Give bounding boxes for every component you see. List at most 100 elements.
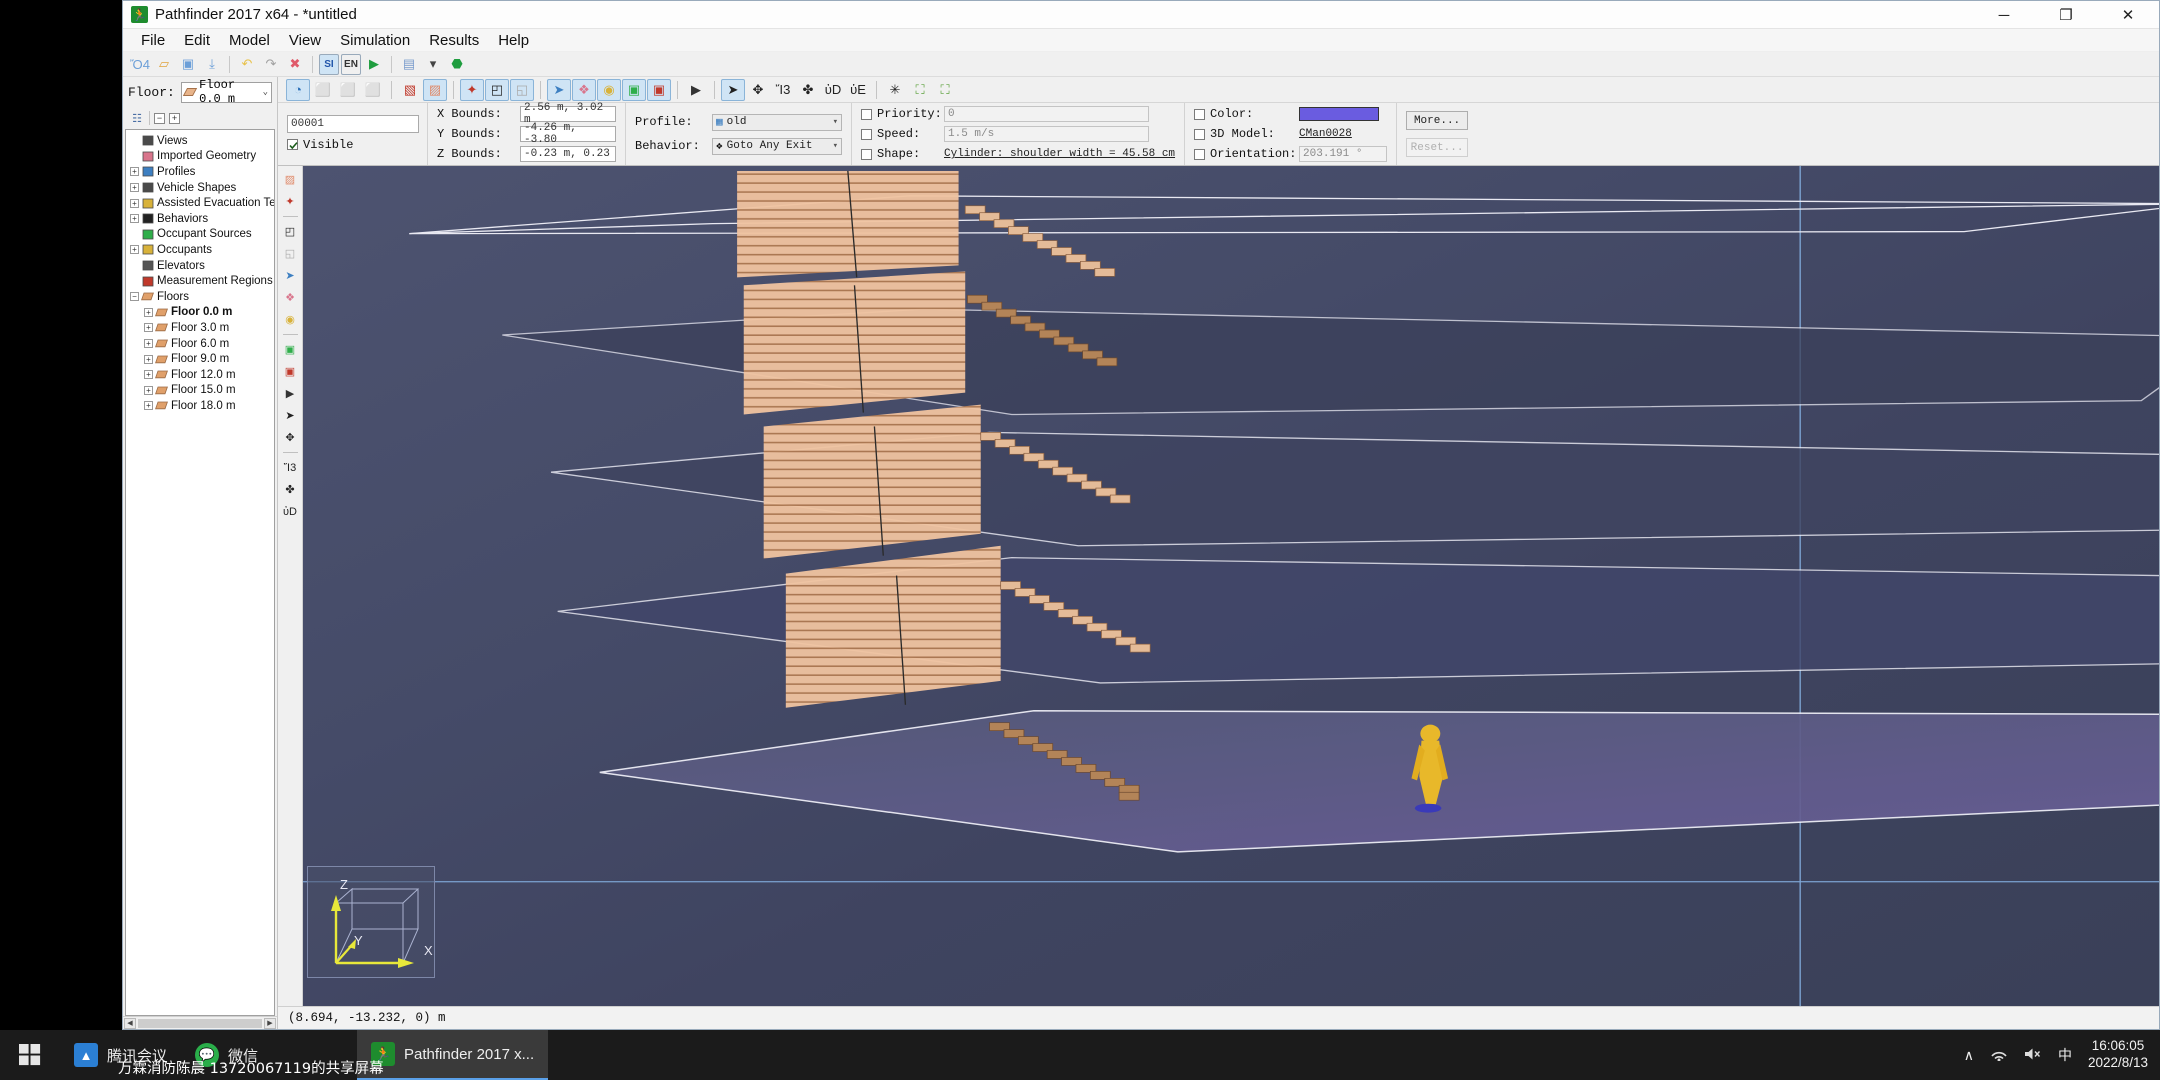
shape-link[interactable]: Cylinder: shoulder width = 45.58 cm — [944, 148, 1175, 160]
scroll-right-icon[interactable]: ▶ — [264, 1018, 276, 1029]
model-link[interactable]: CMan0028 — [1299, 128, 1352, 140]
reset-button[interactable]: Reset... — [1406, 138, 1468, 157]
expand-icon[interactable]: + — [144, 339, 153, 348]
viewport-show-solid-button[interactable]: ▨ — [280, 170, 301, 189]
tree-item[interactable]: +Floor 6.0 m — [126, 336, 274, 352]
collapse-all-button[interactable]: − — [154, 113, 165, 124]
show-occupants-button[interactable]: ◉ — [597, 79, 621, 101]
visible-checkbox[interactable] — [287, 139, 298, 150]
expand-icon[interactable]: + — [130, 183, 139, 192]
viewport-pan-tool-button[interactable]: ✤ — [280, 480, 301, 499]
view-3d-button[interactable]: ⬜ — [311, 79, 335, 101]
tree-item[interactable]: −Floors — [126, 289, 274, 305]
scroll-thumb[interactable] — [138, 1019, 262, 1028]
save-button[interactable]: ▣ — [177, 54, 199, 75]
menu-model[interactable]: Model — [221, 30, 278, 51]
show-doors-button[interactable]: ➤ — [547, 79, 571, 101]
expand-icon[interactable]: + — [130, 167, 139, 176]
show-geometry-button[interactable]: ✦ — [460, 79, 484, 101]
viewport-show-regions-button[interactable]: ▣ — [280, 362, 301, 381]
scroll-left-icon[interactable]: ◀ — [124, 1018, 136, 1029]
run-simulation-button[interactable]: ▶ — [363, 54, 385, 75]
model-tree[interactable]: ViewsImported Geometry+Profiles+Vehicle … — [125, 129, 275, 1016]
viewport-zoom-in-button[interactable]: ὐD — [280, 502, 301, 521]
show-regions-button[interactable]: ▣ — [647, 79, 671, 101]
orientation-checkbox[interactable] — [1194, 149, 1205, 160]
orientation-field[interactable]: 203.191 ° — [1299, 146, 1387, 162]
delete-button[interactable]: ✖ — [284, 54, 306, 75]
speed-checkbox[interactable] — [861, 129, 872, 140]
show-rooms-button[interactable]: ◰ — [485, 79, 509, 101]
expand-icon[interactable]: + — [130, 214, 139, 223]
tree-item[interactable]: Occupant Sources — [126, 227, 274, 243]
viewport-show-occupants-button[interactable]: ◉ — [280, 310, 301, 329]
viewport-show-stairs-button[interactable]: ❖ — [280, 288, 301, 307]
tray-chevron-up-icon[interactable]: ∧ — [1964, 1047, 1974, 1064]
behavior-combobox[interactable]: ❖ Goto Any Exit ▾ — [712, 138, 842, 155]
viewport-show-sources-button[interactable]: ▣ — [280, 340, 301, 359]
network-icon[interactable] — [1990, 1047, 2008, 1064]
tree-item[interactable]: +Floor 18.0 m — [126, 398, 274, 414]
show-floors-button[interactable]: ◱ — [510, 79, 534, 101]
save-as-button[interactable]: ⤓ — [201, 54, 223, 75]
tree-item[interactable]: +Floor 3.0 m — [126, 320, 274, 336]
expand-icon[interactable]: + — [144, 386, 153, 395]
expand-icon[interactable]: + — [144, 323, 153, 332]
add-occupant-button[interactable]: Ἴ3 — [771, 79, 795, 101]
menu-results[interactable]: Results — [421, 30, 487, 51]
minimize-button[interactable]: ─ — [1973, 1, 2035, 29]
menu-view[interactable]: View — [281, 30, 329, 51]
pathfinder-results-button[interactable]: ⬣ — [446, 54, 468, 75]
z-bounds-field[interactable]: -0.23 m, 0.23 — [520, 146, 616, 162]
reset-pivot-button[interactable]: ✳ — [883, 79, 907, 101]
viewport-show-geometry-button[interactable]: ✦ — [280, 192, 301, 211]
viewport-show-rooms-button[interactable]: ◰ — [280, 222, 301, 241]
show-solid-button[interactable]: ▨ — [423, 79, 447, 101]
shape-checkbox[interactable] — [861, 149, 872, 160]
menu-edit[interactable]: Edit — [176, 30, 218, 51]
priority-checkbox[interactable] — [861, 109, 872, 120]
viewport-select-tool-button[interactable]: ➤ — [280, 406, 301, 425]
show-wireframe-button[interactable]: ▧ — [398, 79, 422, 101]
priority-field[interactable]: 0 — [944, 106, 1149, 122]
viewport-show-doors-button[interactable]: ➤ — [280, 266, 301, 285]
object-id-field[interactable]: 00001 — [287, 115, 419, 133]
tree-item[interactable]: Imported Geometry — [126, 149, 274, 165]
expand-icon[interactable]: + — [130, 199, 139, 208]
select-tool-button[interactable]: ➤ — [721, 79, 745, 101]
si-units-button[interactable]: SI — [319, 54, 339, 75]
3d-viewport[interactable]: Z X Y — [303, 166, 2159, 1006]
tree-item[interactable]: Measurement Regions — [126, 273, 274, 289]
tree-item[interactable]: +Profiles — [126, 164, 274, 180]
results-button[interactable]: ▤ — [398, 54, 420, 75]
maximize-button[interactable]: ❐ — [2035, 1, 2097, 29]
zoom-extents-button[interactable]: ⛶ — [933, 79, 957, 101]
zoom-in-button[interactable]: ὐD — [821, 79, 845, 101]
view-2d-button[interactable]: ⬜ — [336, 79, 360, 101]
view-combined-button[interactable]: ⬜ — [361, 79, 385, 101]
expand-all-button[interactable]: + — [169, 113, 180, 124]
viewport-add-occupant-button[interactable]: Ἴ3 — [280, 458, 301, 477]
tree-item[interactable]: +Vehicle Shapes — [126, 180, 274, 196]
y-bounds-field[interactable]: -4.26 m, -3.80 — [520, 126, 616, 142]
more-button[interactable]: More... — [1406, 111, 1468, 130]
expand-icon[interactable]: + — [144, 308, 153, 317]
redo-button[interactable]: ↷ — [260, 54, 282, 75]
floor-combobox[interactable]: Floor 0.0 m ⌄ — [181, 82, 272, 103]
profile-combobox[interactable]: ▦ old ▾ — [712, 114, 842, 131]
viewport-show-floors-button[interactable]: ◱ — [280, 244, 301, 263]
tree-horizontal-scrollbar[interactable]: ◀ ▶ — [123, 1016, 277, 1029]
navigate-view-button[interactable]: ◔ — [286, 79, 310, 101]
taskbar-item-pathfinder[interactable]: 🏃 Pathfinder 2017 x... — [357, 1030, 548, 1080]
zoom-region-button[interactable]: ὐE — [846, 79, 870, 101]
start-button[interactable] — [0, 1030, 60, 1080]
show-views-button[interactable]: ▶ — [684, 79, 708, 101]
tree-item[interactable]: +Floor 0.0 m — [126, 305, 274, 321]
clock[interactable]: 16:06:05 2022/8/13 — [2088, 1038, 2148, 1072]
expand-icon[interactable]: + — [144, 370, 153, 379]
color-swatch[interactable] — [1299, 107, 1379, 121]
model-checkbox[interactable] — [1194, 129, 1205, 140]
expand-icon[interactable]: + — [144, 355, 153, 364]
menu-help[interactable]: Help — [490, 30, 537, 51]
x-bounds-field[interactable]: 2.56 m, 3.02 m — [520, 106, 616, 122]
